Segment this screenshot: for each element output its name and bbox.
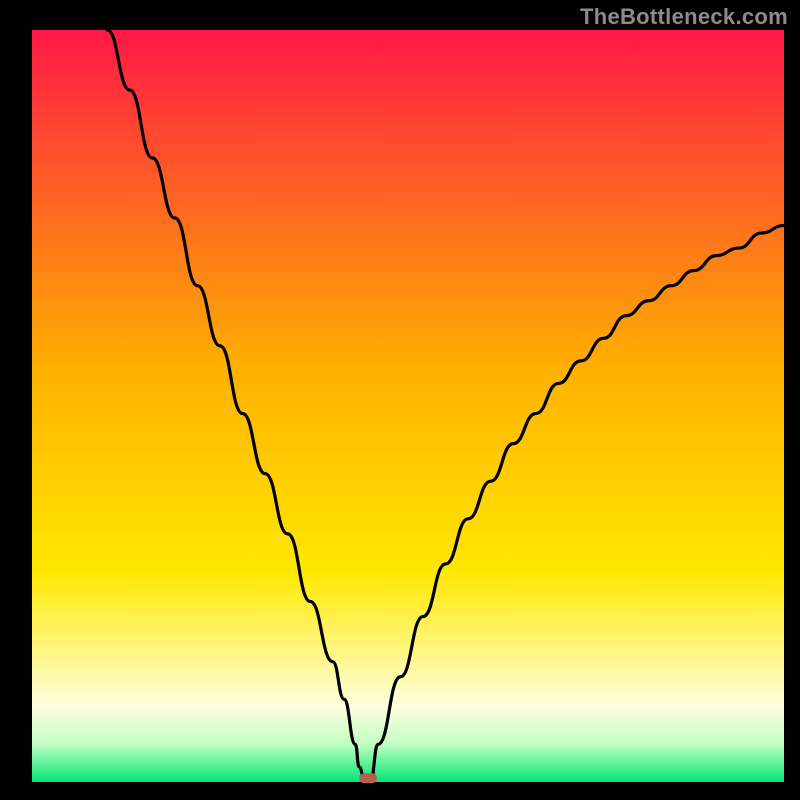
watermark-text: TheBottleneck.com	[580, 4, 788, 30]
optimal-marker	[359, 773, 377, 783]
chart-container: TheBottleneck.com	[0, 0, 800, 800]
chart-svg	[0, 0, 800, 800]
